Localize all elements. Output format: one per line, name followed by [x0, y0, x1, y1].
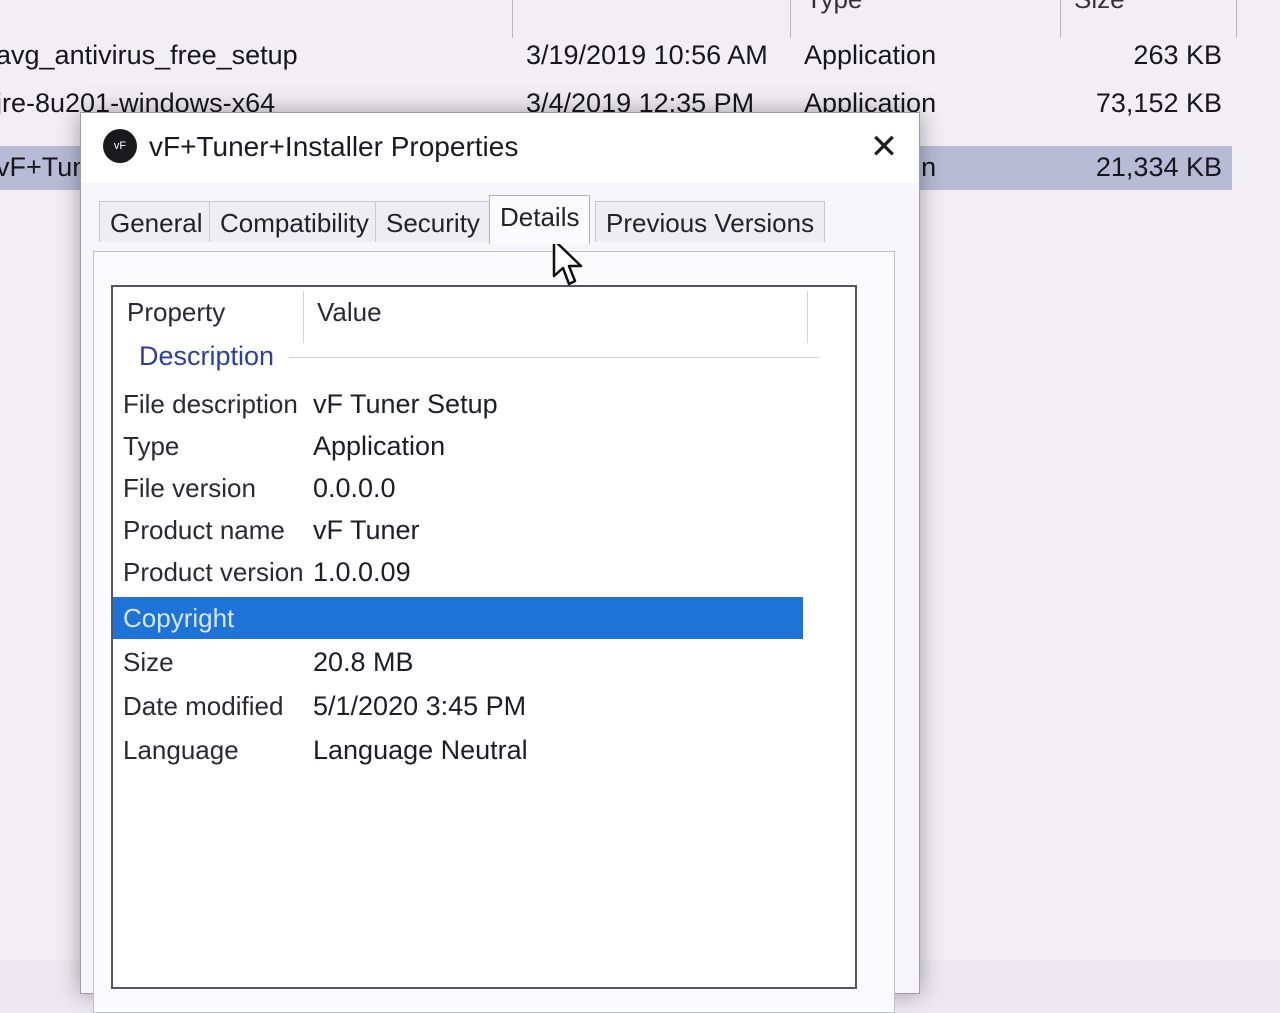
tab-details[interactable]: Details [489, 195, 591, 244]
property-list[interactable]: Property Value Description File descript… [111, 285, 857, 989]
mouse-pointer-icon [552, 238, 583, 286]
tab-security[interactable]: Security [375, 201, 491, 242]
title-bar[interactable]: vF vF+Tuner+Installer Properties ✕ [81, 113, 919, 183]
property-name: Product version [123, 557, 304, 587]
file-name: avg_antivirus_free_setup [0, 40, 298, 70]
property-row[interactable]: File version 0.0.0.0 [113, 467, 803, 509]
column-separator[interactable] [303, 291, 304, 343]
property-value: 20.8 MB [313, 647, 414, 677]
property-value: Application [313, 431, 446, 461]
tab-compatibility[interactable]: Compatibility [209, 201, 380, 242]
property-value: 5/1/2020 3:45 PM [313, 691, 527, 721]
property-value: 0.0.0.0 [313, 473, 396, 503]
file-row[interactable]: avg_antivirus_free_setup 3/19/2019 10:56… [0, 34, 1232, 78]
property-name: File description [123, 389, 298, 419]
file-size: 263 KB [1133, 40, 1222, 70]
property-name: Copyright [123, 603, 235, 633]
properties-dialog: vF vF+Tuner+Installer Properties ✕ Gener… [80, 112, 920, 1013]
column-header-value[interactable]: Value [317, 289, 382, 335]
close-icon[interactable]: ✕ [861, 127, 907, 167]
property-row-selected[interactable]: Copyright [113, 597, 803, 639]
list-header: Property Value [113, 287, 855, 343]
property-name: Type [123, 431, 180, 461]
property-value: Language Neutral [313, 735, 528, 765]
file-type: Application [804, 40, 937, 70]
property-value: 1.0.0.09 [313, 557, 411, 587]
vf-tuner-app-icon: vF [103, 129, 137, 163]
property-row[interactable]: File description vF Tuner Setup [113, 383, 803, 425]
group-label-description: Description [139, 341, 275, 371]
property-name: Size [123, 647, 174, 677]
dialog-title: vF+Tuner+Installer Properties [149, 131, 519, 162]
column-separator[interactable] [1060, 0, 1061, 38]
column-separator[interactable] [512, 0, 513, 38]
column-separator[interactable] [807, 291, 808, 343]
property-name: Product name [123, 515, 285, 545]
tab-strip: General Compatibility Security Details P… [99, 195, 899, 253]
property-value: vF Tuner [313, 515, 420, 545]
property-row[interactable]: Product version 1.0.0.09 [113, 551, 803, 593]
column-separator[interactable] [1236, 0, 1237, 38]
file-size: 73,152 KB [1095, 88, 1222, 118]
property-row[interactable]: Size 20.8 MB [113, 641, 803, 683]
tab-previous-versions[interactable]: Previous Versions [595, 201, 826, 242]
tab-general[interactable]: General [99, 201, 214, 242]
column-header-property[interactable]: Property [127, 289, 225, 335]
property-value: vF Tuner Setup [313, 389, 498, 419]
property-name: Date modified [123, 691, 284, 721]
column-separator[interactable] [790, 0, 791, 38]
property-row[interactable]: Language Language Neutral [113, 729, 803, 771]
group-divider [289, 357, 819, 358]
property-name: File version [123, 473, 256, 503]
column-header-size[interactable]: Size [1074, 0, 1125, 15]
property-row[interactable]: Date modified 5/1/2020 3:45 PM [113, 685, 803, 727]
file-date: 3/19/2019 10:56 AM [526, 40, 768, 70]
property-name: Language [123, 735, 239, 765]
property-row[interactable]: Type Application [113, 425, 803, 467]
column-header-type[interactable]: Type [806, 0, 862, 15]
file-size: 21,334 KB [1095, 152, 1222, 182]
property-row[interactable]: Product name vF Tuner [113, 509, 803, 551]
